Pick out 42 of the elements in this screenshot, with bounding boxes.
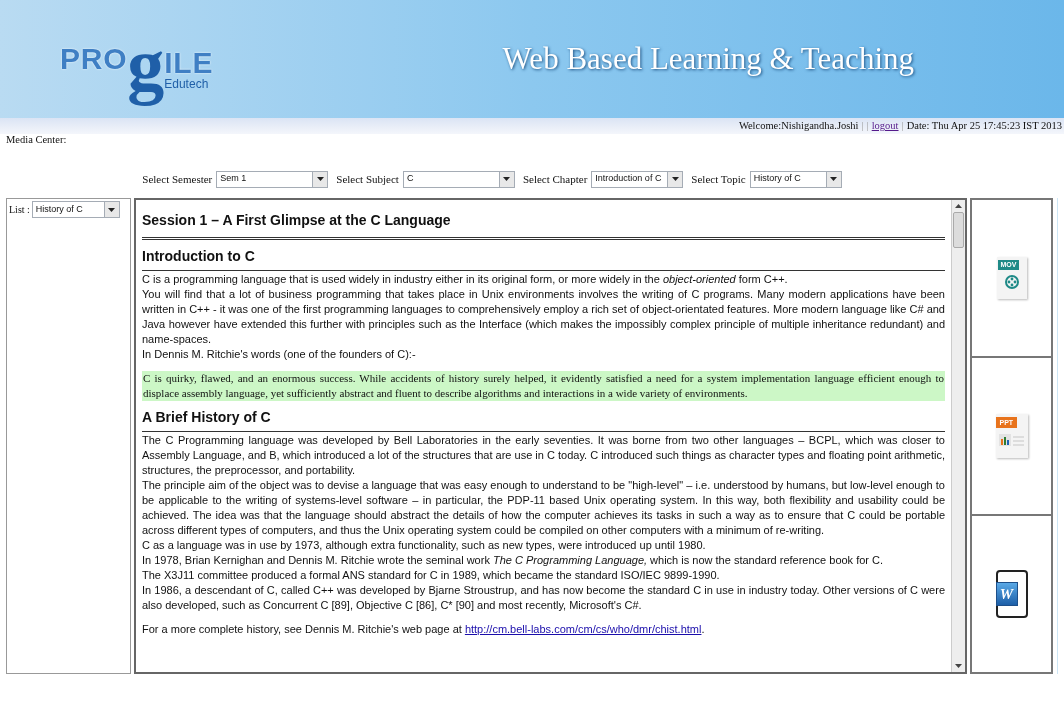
- caret-icon: [825, 171, 841, 187]
- history-link-paragraph: For a more complete history, see Dennis M. Ritchie's web page at http://cm.bell-labs.com/cm/cs/who/dmr/chist.html.: [142, 622, 706, 637]
- caret-icon: [312, 171, 328, 187]
- selector-label: Select Semester: [142, 171, 213, 187]
- body-paragraph: C is a programming language that is used widely in industry either in its original form, or more widely in the object-oriented form C++.: [142, 272, 789, 287]
- selector-label: Select Chapter: [522, 171, 588, 187]
- site-title: Web Based Learning & Teaching: [502, 39, 914, 78]
- scroll-thumb[interactable]: [953, 212, 964, 248]
- dropdown-field[interactable]: C: [402, 170, 515, 188]
- dropdown-field[interactable]: Sem 1: [216, 170, 329, 188]
- list-label: List :: [9, 203, 30, 217]
- caret-icon: [498, 171, 514, 187]
- selector-label: Select Topic: [691, 171, 746, 187]
- word-document-icon[interactable]: W: [995, 570, 1028, 618]
- dropdown-field[interactable]: Introduction of C: [591, 170, 684, 188]
- list-dropdown[interactable]: History of C: [31, 201, 120, 218]
- body-paragraph: The C Programming language was developed by Bell Laboratories in the early seventies. It was borne from two other languages – BCPL, which was closer to Assembly Language, and B, which introduced a lot of the structures that are use in C today. C introduced such things as character types and floating point arithmetic, structures, the preprocessor, and portability.: [142, 433, 945, 478]
- dropdown-field[interactable]: History of C: [749, 170, 842, 188]
- body-paragraph: The principle aim of the object was to devise a language that was easy enough to understand to be "high-level" – i.e. understood by humans, but low-level enough to be applicable to the writing of systems-level software – in particular, the PDP-11 based Unix operating system. In this way, both flexibility and usability could be achieved. The idea was that the language should abstract the details of how the computer achieves its tasks in such a way as to ensure that C could be portable across different types of computers, and thus the Unix operating system could be compiled on other computers with a minimum of re-writing.: [142, 478, 945, 538]
- welcome-text: Welcome:Nishigandha.Joshi: [738, 119, 859, 134]
- body-paragraph: In 1978, Brian Kernighan and Dennis M. Ritchie wrote the seminal work The C Programming Language, which is now the standard reference book for C.: [142, 553, 885, 568]
- session-title: Session 1 – A First Glimpse at the C Language: [142, 204, 945, 240]
- body-paragraph: The X3J11 committee produced a formal ANS standard for C in 1989, which became the standard ISO/IEC 9899-1990.: [142, 568, 721, 583]
- body-paragraph: You will find that a lot of business programming that takes place in Unix environments involves the writing of C programs. Many modern applications have been written in C++ - it was one of the first programming languages to comprehensively employ a rich set of object-orientated features. More modern language like C# and Java however have extended this further with principles such as the Interface (which makes the impossibly complex principle of multiple inheritance redundant) and name-spaces.: [142, 287, 945, 347]
- section-heading: Introduction to C: [142, 246, 945, 271]
- scroll-up-icon[interactable]: [955, 204, 962, 208]
- body-paragraph: In Dennis M. Ritchie's words (one of the founders of C):-: [142, 347, 417, 362]
- scrollbar[interactable]: [951, 200, 965, 672]
- scroll-down-icon[interactable]: [955, 664, 962, 668]
- separator-text: |: [901, 119, 904, 134]
- selector-label: Select Subject: [336, 171, 399, 187]
- caret-icon: [103, 202, 119, 217]
- date-text: Date: Thu Apr 25 17:45:23 IST 2013: [906, 119, 1062, 134]
- section-heading: A Brief History of C: [142, 407, 945, 432]
- quote-paragraph: C is quirky, flawed, and an enormous success. While accidents of history surely helped, it evidently satisfied a need for a system implementation language efficient enough to displace assembly language, yet sufficiently abstract and fluent to describe algorithms and interactions in a wide variety of environments.: [142, 371, 945, 401]
- separator-text: |: [866, 119, 869, 134]
- body-paragraph: In 1986, a descendant of C, called C++ was developed by Bjarne Stroustrup, and has now become the standard C in use in industry today. Other versions of C were also developed, such as Concurrent C [89], Objective C [86], C* [90] and most recently, Microsoft's C#.: [142, 583, 945, 613]
- caret-icon: [667, 171, 683, 187]
- body-paragraph: C as a language was in use by 1973, although extra functionality, such as new types, were introduced up until 1980.: [142, 538, 707, 553]
- logout-link[interactable]: logout: [871, 118, 899, 134]
- media-center-label: Media Center:: [6, 134, 68, 146]
- separator-text: |: [861, 119, 864, 134]
